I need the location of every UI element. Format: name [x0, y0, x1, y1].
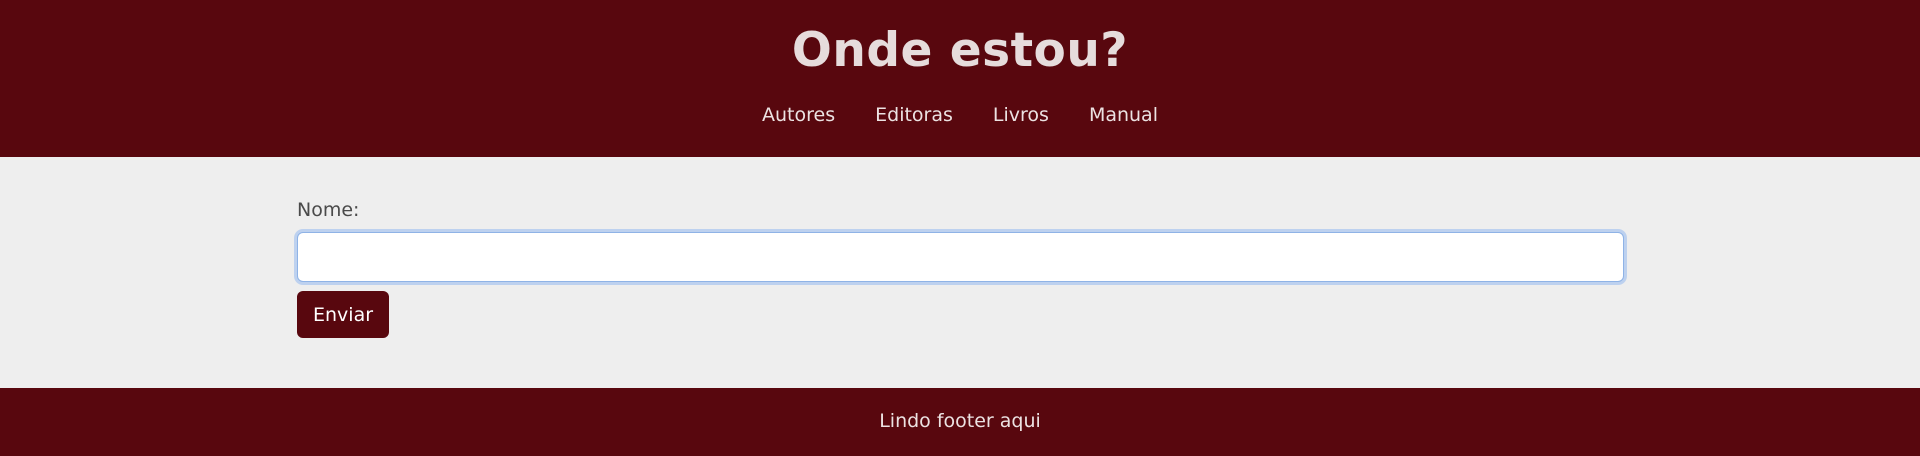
- name-form: Nome: Enviar: [297, 198, 1624, 338]
- name-input[interactable]: [297, 232, 1624, 282]
- nav-link-livros[interactable]: Livros: [973, 100, 1069, 130]
- page-title: Onde estou?: [791, 23, 1129, 78]
- main-content: Nome: Enviar: [0, 157, 1920, 388]
- name-field-label: Nome:: [297, 199, 360, 221]
- submit-button[interactable]: Enviar: [297, 291, 390, 338]
- nav-link-editoras[interactable]: Editoras: [855, 100, 973, 130]
- main-nav: Autores Editoras Livros Manual: [0, 100, 1920, 130]
- site-footer: Lindo footer aqui: [0, 388, 1920, 456]
- nav-link-autores[interactable]: Autores: [742, 100, 855, 130]
- nav-link-manual[interactable]: Manual: [1069, 100, 1178, 130]
- site-header: Onde estou? Autores Editoras Livros Manu…: [0, 0, 1920, 157]
- footer-text: Lindo footer aqui: [879, 410, 1041, 432]
